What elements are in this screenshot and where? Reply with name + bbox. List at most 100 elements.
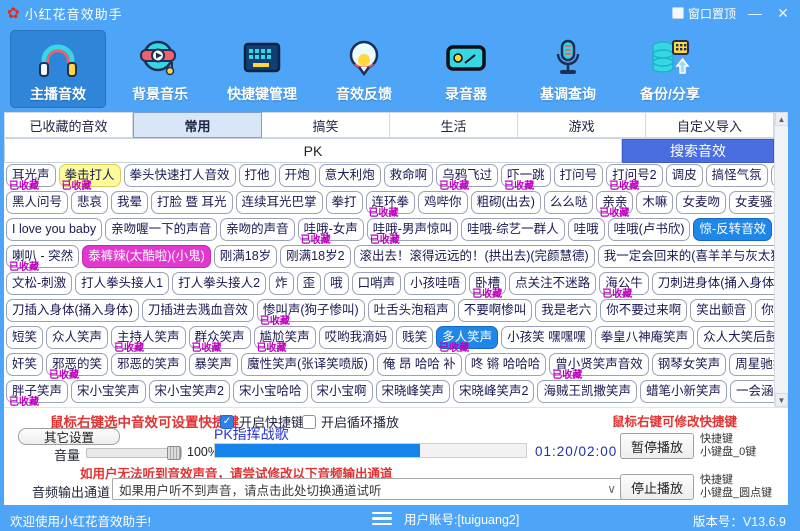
sound-button[interactable]: 宋晓峰笑声 [375,380,451,403]
loop-play-checkbox-box[interactable] [302,414,316,429]
output-channel-select[interactable]: 如果用户听不到声音，请点击此处切换通道试听 ∨ [112,478,625,500]
sound-button[interactable]: 众人笑声 [46,326,109,349]
toolbar-item-microphone[interactable]: 基调查询 [520,30,616,108]
sound-button[interactable]: 小孩笑 嘿嘿嘿 [501,326,592,349]
minimize-button[interactable]: — [746,5,764,21]
sound-button[interactable]: 你不要过来啊 [600,299,688,322]
sound-button[interactable]: 哇哦(卢书欣) [607,218,691,241]
sound-button[interactable]: 打问号 [553,164,604,187]
sound-button[interactable]: 点关注不迷路 [509,272,597,295]
sound-button[interactable]: 咚 锵 哈哈哈 [464,353,547,376]
sound-button[interactable]: 泰裤辣(太酷啦)(小鬼) [82,245,211,268]
sound-button[interactable]: 哇哦 [567,218,605,241]
sound-button[interactable]: 哇哦-男声惊叫 已收藏 [366,218,458,246]
sound-button[interactable]: 俺 昂 哈哈 补 [376,353,462,376]
loop-play-checkbox[interactable]: 开启循环播放 [302,412,399,431]
sound-button[interactable]: 打脸 暨 耳光 [151,191,233,214]
sound-button[interactable]: 宋小宝笑声2 [148,380,230,403]
sound-button[interactable]: 宋小宝哈哈 [232,380,308,403]
sound-button[interactable]: 邪恶的笑声 [111,353,186,376]
sound-button[interactable]: 主持人笑声 已收藏 [111,326,186,354]
sound-button[interactable]: 蜡笔小新笑声 [640,380,728,403]
sound-button[interactable]: 救命啊 [383,164,434,187]
sound-button[interactable]: 暴笑声 [188,353,239,376]
sound-button[interactable]: 刚满18岁2 [280,245,351,268]
sound-button[interactable]: 哇哦-女声 已收藏 [297,218,364,246]
sound-button[interactable]: 炸 [269,272,294,295]
pin-checkbox-box[interactable] [671,7,684,19]
sound-button[interactable]: 哎哟我滴妈 [318,326,394,349]
sound-button[interactable]: I love you baby [6,218,103,241]
scroll-up-icon[interactable]: ▲ [775,112,788,126]
sound-button[interactable]: 文松-刺激 [6,272,73,295]
sound-button[interactable]: 拳皇八神庵笑声 [594,326,695,349]
sound-button[interactable]: 木嘛 [636,191,674,214]
toolbar-item-feedback[interactable]: 音效反馈 [316,30,412,108]
scroll-down-icon[interactable]: ▼ [775,393,788,407]
close-button[interactable]: ✕ [774,5,792,22]
sound-button[interactable]: 开炮 [278,164,316,187]
sound-button[interactable]: 卧槽 已收藏 [469,272,507,300]
sound-button[interactable]: 女麦骚 [728,191,776,214]
volume-slider-thumb[interactable] [167,446,181,460]
sound-button[interactable]: 周星驰笑 [729,353,776,376]
sound-button[interactable]: 一会涵 哈哈哈 [730,380,776,403]
sound-button[interactable]: 喇叭 - 突然 已收藏 [6,245,80,273]
sound-button[interactable]: 魔性笑声(张译笑喷版) [241,353,374,376]
tab-游戏[interactable]: 游戏 [518,112,646,138]
sound-button[interactable]: 惊-反转音效 [693,218,773,241]
sound-button[interactable]: 钢琴女笑声 [651,353,727,376]
sound-button[interactable]: 曾小贤笑声音效 已收藏 [549,353,649,381]
sound-button[interactable]: 众人大笑后鼓掌 [697,326,776,349]
sound-button[interactable]: 打他 [238,164,276,187]
sound-button[interactable]: 滚出去！滚得远远的！(拱出去)(完颜慧德) [353,245,595,268]
sound-button[interactable]: 尴尬笑声 已收藏 [253,326,316,354]
sound-button[interactable]: 打问号2 已收藏 [606,164,663,192]
other-settings-button[interactable]: 其它设置 [18,428,120,445]
sound-button[interactable]: 我一定会回来的(喜羊羊与灰太狼) [597,245,776,268]
sound-button[interactable]: 宋小宝啊 [310,380,373,403]
tab-搞笑[interactable]: 搞笑 [262,112,390,138]
sound-button[interactable]: 拳打 [325,191,363,214]
sound-button[interactable]: 亲吻喔一下的声音 [105,218,218,241]
stop-button[interactable]: 停止播放 [620,474,694,500]
sound-button[interactable]: 惨叫声(狗子惨叫) 已收藏 [256,299,365,327]
sound-button[interactable]: 宋晓峰笑声2 [453,380,535,403]
sound-button[interactable]: 悲哀 [71,191,109,214]
sound-button[interactable]: 笑出颤音 [690,299,753,322]
toolbar-item-recorder[interactable]: 录音器 [418,30,514,108]
sound-button[interactable]: 小孩哇唔 [404,272,467,295]
sound-button[interactable]: 贱笑 [396,326,434,349]
toolbar-item-headphones[interactable]: 主播音效 [10,30,106,108]
sound-button[interactable]: 打人拳头接人1 [75,272,170,295]
sound-button[interactable]: 我是老六 [535,299,598,322]
sound-button[interactable]: 女麦吻 [676,191,726,214]
tab-自定义导入[interactable]: 自定义导入 [646,112,774,138]
sound-button[interactable]: 亲吻的声音 [220,218,295,241]
sound-button[interactable]: 海贼王凯撒笑声 [537,380,637,403]
sound-button[interactable]: 胖子笑声 已收藏 [6,380,69,407]
search-input[interactable] [4,139,622,163]
sound-button[interactable]: 吓一跳 已收藏 [501,164,551,192]
sound-button[interactable]: 你别笑 [755,299,776,322]
toolbar-item-backup-share[interactable]: 备份/分享 [622,30,718,108]
toolbar-item-keyboard[interactable]: 快捷键管理 [214,30,310,108]
sound-button[interactable]: 口哨声 [351,272,402,295]
menu-icon[interactable] [372,511,392,526]
sound-button[interactable]: 连环拳 已收藏 [365,191,416,219]
sound-button[interactable]: 海公牛 已收藏 [599,272,649,300]
sound-button[interactable]: 哦 [324,272,349,295]
volume-slider[interactable] [86,446,182,460]
sound-button[interactable]: 连续耳光巴掌 [235,191,323,214]
tab-生活[interactable]: 生活 [390,112,518,138]
sound-button[interactable]: 黑人问号 [6,191,69,214]
sound-button[interactable]: 刚满18岁 [213,245,278,268]
sound-button[interactable]: 我晕 [111,191,149,214]
sound-button[interactable]: 多人笑声 已收藏 [436,326,499,354]
sound-button[interactable]: 歪 [296,272,322,295]
sound-button[interactable]: 么么哒 [543,191,594,214]
sound-button[interactable]: 宋小宝笑声 [71,380,146,403]
toolbar-item-music-disc[interactable]: 背景音乐 [112,30,208,108]
sound-button[interactable]: 意大利炮 [318,164,381,187]
sound-button[interactable]: 耳光声 已收藏 [6,164,56,192]
